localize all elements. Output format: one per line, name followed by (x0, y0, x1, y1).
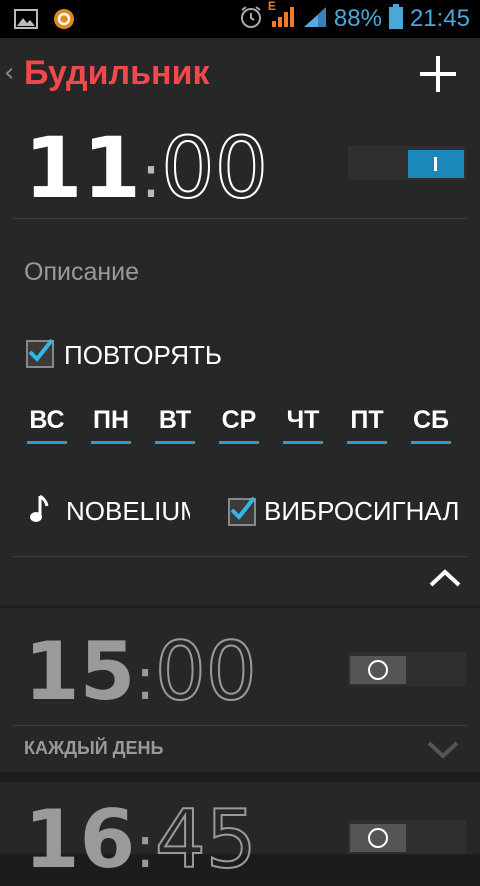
alarm-minutes: 45 (154, 793, 258, 886)
alarm-toggle[interactable] (348, 652, 466, 686)
alarm-time[interactable]: 15:00 (24, 631, 258, 713)
description-field[interactable]: Описание (24, 258, 139, 287)
day-sunday[interactable]: ВС (27, 406, 67, 444)
action-bar: ‹ Будильник (0, 38, 480, 111)
toggle-thumb (350, 824, 406, 852)
status-clock: 21:45 (409, 5, 470, 32)
ringtone-label[interactable]: NOBELIUM (66, 496, 190, 527)
plus-icon (420, 56, 456, 92)
toggle-thumb (350, 656, 406, 684)
repeat-checkbox[interactable] (26, 338, 54, 368)
day-thursday[interactable]: ЧТ (283, 406, 323, 444)
chevron-up-icon (429, 569, 461, 587)
alarm-toggle[interactable] (348, 146, 466, 180)
gallery-icon (14, 9, 38, 33)
alarm-colon: : (135, 645, 155, 713)
alarm-card[interactable]: 16:45 (0, 782, 480, 881)
alarm-colon: : (140, 142, 162, 212)
battery-percent: 88% (333, 5, 382, 32)
alarm-hours: 11 (24, 119, 141, 217)
chevron-down-icon (427, 741, 459, 759)
divider (12, 725, 468, 726)
app-notification-icon (52, 7, 76, 35)
repeat-label[interactable]: ПОВТОРЯТЬ (64, 340, 222, 371)
alarm-hours: 15 (24, 625, 136, 718)
divider (12, 218, 468, 219)
alarm-toggle[interactable] (348, 820, 466, 854)
alarm-minutes: 00 (154, 625, 258, 718)
expand-button[interactable] (426, 740, 460, 764)
add-alarm-button[interactable] (416, 52, 460, 96)
alarm-card-expanded[interactable]: 11:00 Описание ПОВТОРЯТЬ ВС ПН ВТ СР ЧТ … (0, 110, 480, 606)
toggle-thumb (408, 150, 464, 178)
day-saturday[interactable]: СБ (411, 406, 451, 444)
day-wednesday[interactable]: СР (219, 406, 259, 444)
battery-icon (388, 4, 404, 34)
alarm-minutes: 00 (160, 119, 269, 217)
back-chevron-icon[interactable]: ‹ (4, 58, 14, 88)
day-tuesday[interactable]: ВТ (155, 406, 195, 444)
signal-icon: E (268, 0, 296, 33)
alarm-hours: 16 (24, 793, 136, 886)
day-friday[interactable]: ПТ (347, 406, 387, 444)
vibrate-label[interactable]: ВИБРОСИГНАЛ (264, 496, 459, 527)
day-monday[interactable]: ПН (91, 406, 131, 444)
status-bar: E 88% 21:45 (0, 0, 480, 38)
alarm-card[interactable]: 15:00 КАЖДЫЙ ДЕНЬ (0, 608, 480, 772)
alarm-time[interactable]: 11:00 (24, 125, 269, 212)
divider (12, 556, 468, 557)
app-title[interactable]: Будильник (24, 54, 210, 93)
alarm-colon: : (135, 813, 155, 881)
vibrate-checkbox[interactable] (228, 496, 256, 526)
alarm-time[interactable]: 16:45 (24, 799, 258, 881)
signal-icon (302, 5, 328, 33)
repeat-summary: КАЖДЫЙ ДЕНЬ (24, 738, 164, 758)
alarm-icon (238, 4, 264, 34)
checkmark-icon (28, 338, 54, 363)
music-note-icon[interactable] (28, 494, 50, 528)
checkmark-icon (230, 496, 256, 521)
network-type-label: E (267, 0, 276, 13)
collapse-button[interactable] (428, 568, 462, 592)
